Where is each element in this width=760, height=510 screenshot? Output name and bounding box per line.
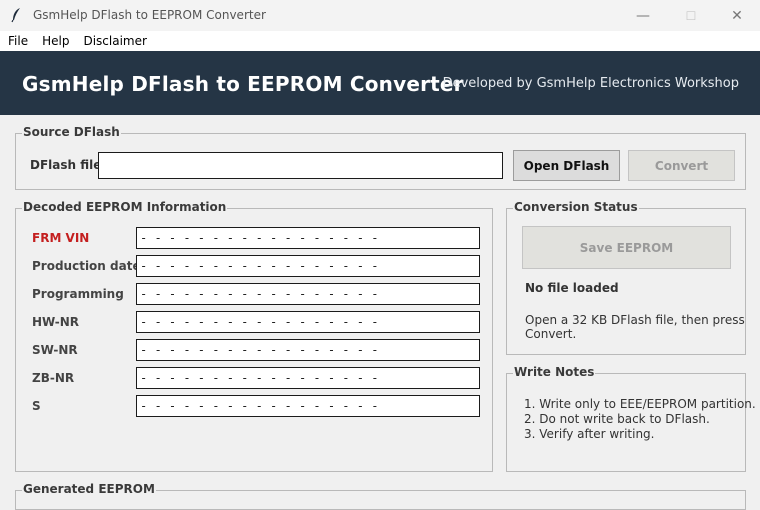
title-bar: GsmHelp DFlash to EEPROM Converter — ☐ ✕: [0, 0, 760, 31]
save-eeprom-button[interactable]: Save EEPROM: [522, 226, 731, 269]
note-item: 2. Do not write back to DFlash.: [524, 412, 710, 426]
write-notes-label: Write Notes: [513, 365, 596, 379]
header-banner: GsmHelp DFlash to EEPROM Converter Devel…: [0, 51, 760, 115]
hw-nr-field[interactable]: - - - - - - - - - - - - - - - - -: [136, 311, 480, 333]
decoded-eeprom-label: Decoded EEPROM Information: [22, 200, 228, 214]
app-title: GsmHelp DFlash to EEPROM Converter: [22, 72, 464, 96]
status-title: No file loaded: [525, 281, 619, 295]
programming-field[interactable]: - - - - - - - - - - - - - - - - -: [136, 283, 480, 305]
window-title: GsmHelp DFlash to EEPROM Converter: [33, 8, 266, 22]
s-label: S: [32, 399, 41, 413]
conversion-status-label: Conversion Status: [513, 200, 639, 214]
note-item: 1. Write only to EEE/EEPROM partition.: [524, 397, 756, 411]
menu-disclaimer[interactable]: Disclaimer: [76, 34, 153, 48]
generated-eeprom-group: Generated EEPROM: [15, 482, 746, 510]
maximize-button[interactable]: ☐: [668, 0, 714, 31]
dflash-file-input[interactable]: [98, 152, 503, 179]
dflash-file-label: DFlash file: [30, 158, 102, 172]
production-date-field[interactable]: - - - - - - - - - - - - - - - - -: [136, 255, 480, 277]
hw-nr-label: HW-NR: [32, 315, 80, 329]
frm-vin-label: FRM VIN: [32, 231, 90, 245]
programming-label: Programming: [32, 287, 124, 301]
feather-icon: [9, 7, 25, 23]
s-field[interactable]: - - - - - - - - - - - - - - - - -: [136, 395, 480, 417]
developer-credit: Developed by GsmHelp Electronics Worksho…: [442, 76, 739, 91]
zb-nr-field[interactable]: - - - - - - - - - - - - - - - - -: [136, 367, 480, 389]
convert-button[interactable]: Convert: [628, 150, 735, 181]
zb-nr-label: ZB-NR: [32, 371, 75, 385]
source-dflash-label: Source DFlash: [22, 125, 121, 139]
sw-nr-field[interactable]: - - - - - - - - - - - - - - - - -: [136, 339, 480, 361]
sw-nr-label: SW-NR: [32, 343, 78, 357]
menu-help[interactable]: Help: [35, 34, 76, 48]
minimize-button[interactable]: —: [620, 0, 666, 31]
close-button[interactable]: ✕: [714, 0, 760, 31]
open-dflash-button[interactable]: Open DFlash: [513, 150, 620, 181]
note-item: 3. Verify after writing.: [524, 427, 655, 441]
menu-file[interactable]: File: [0, 34, 35, 48]
frm-vin-field[interactable]: - - - - - - - - - - - - - - - - -: [136, 227, 480, 249]
production-date-label: Production date: [32, 259, 141, 273]
menu-bar: File Help Disclaimer: [0, 31, 760, 51]
status-message-line2: Convert.: [525, 327, 577, 341]
generated-eeprom-label: Generated EEPROM: [22, 482, 156, 496]
status-message-line1: Open a 32 KB DFlash file, then press: [525, 313, 745, 327]
